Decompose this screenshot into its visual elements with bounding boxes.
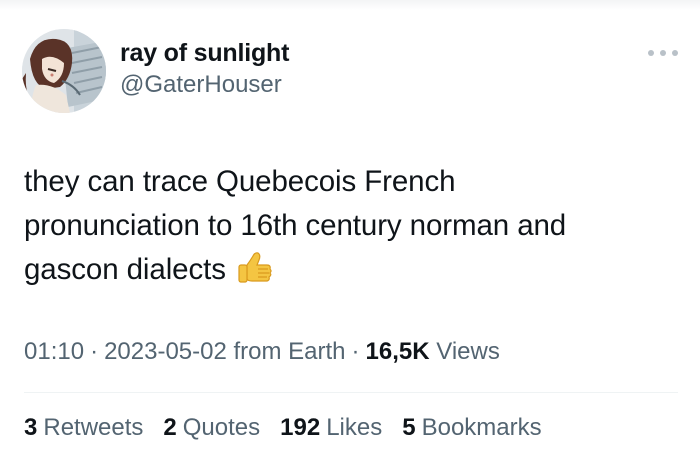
tweet-meta: 01:10 · 2023-05-02 from Earth · 16,5K Views: [24, 336, 500, 368]
thumbs-up-icon: [236, 251, 272, 298]
likes-label: Likes: [326, 414, 383, 441]
tweet-text-line: they can trace Quebecois French: [24, 165, 456, 198]
tweet-text-line: pronunciation to 16th century norman and: [24, 209, 567, 242]
anime-character-avatar-icon: [22, 29, 106, 113]
avatar[interactable]: [22, 29, 106, 113]
tweet-card: ray of sunlight @GaterHouser they can tr…: [0, 0, 700, 465]
bookmarks-stat[interactable]: 5 Bookmarks: [402, 412, 541, 444]
views-count: 16,5K: [365, 338, 430, 365]
display-name[interactable]: ray of sunlight: [120, 38, 289, 68]
views-label: Views: [436, 338, 500, 365]
more-dot: [648, 50, 654, 56]
engagement-stats: 3 Retweets 2 Quotes 192 Likes 5 Bookmarks: [24, 412, 542, 444]
likes-stat[interactable]: 192 Likes: [280, 412, 382, 444]
tweet-source: from Earth: [233, 338, 346, 365]
quotes-label: Quotes: [182, 414, 261, 441]
tweet-text-line-content: gascon dialects: [24, 253, 226, 286]
bookmarks-count: 5: [402, 414, 416, 441]
tweet-date[interactable]: 2023-05-02: [104, 338, 227, 365]
retweets-label: Retweets: [43, 414, 144, 441]
tweet-time[interactable]: 01:10: [24, 338, 84, 365]
author-info: ray of sunlight @GaterHouser: [120, 38, 289, 100]
more-dot: [660, 50, 666, 56]
tweet-text: they can trace Quebecois French pronunci…: [24, 160, 674, 298]
quotes-stat[interactable]: 2 Quotes: [163, 412, 260, 444]
bookmarks-label: Bookmarks: [421, 414, 542, 441]
retweets-count: 3: [24, 414, 38, 441]
more-dot: [672, 50, 678, 56]
likes-count: 192: [280, 414, 321, 441]
tweet-text-line: gascon dialects: [24, 248, 674, 298]
more-dots-icon[interactable]: [648, 46, 678, 60]
quotes-count: 2: [163, 414, 177, 441]
meta-separator: ·: [351, 338, 360, 365]
retweets-stat[interactable]: 3 Retweets: [24, 412, 143, 444]
divider: [24, 392, 678, 393]
user-handle[interactable]: @GaterHouser: [120, 70, 289, 100]
meta-separator: ·: [90, 338, 99, 365]
